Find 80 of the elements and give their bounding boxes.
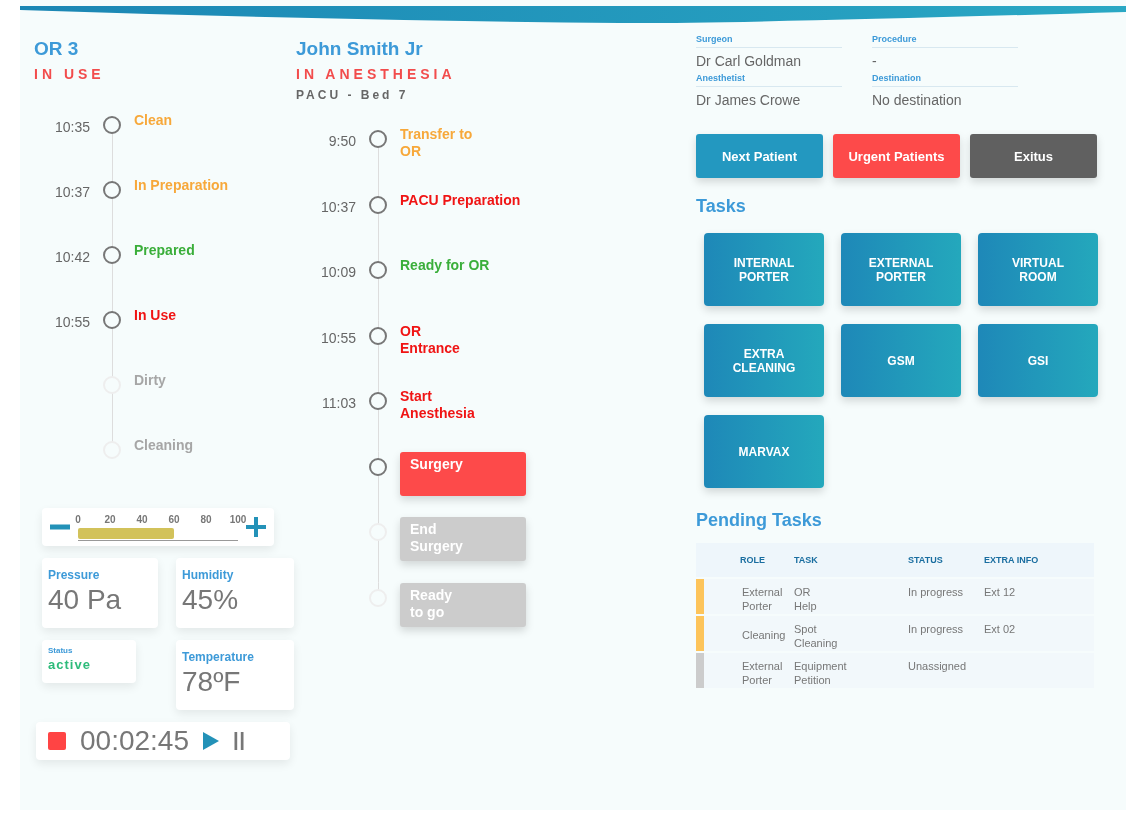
table-cell: Ext 02 <box>984 623 1016 635</box>
time-label: 10:37 <box>320 198 356 215</box>
step-label: Start Anesthesia <box>399 387 476 423</box>
step-label: Prepared <box>133 241 196 260</box>
minus-button[interactable] <box>50 524 70 530</box>
task-button[interactable]: GSM <box>841 324 961 397</box>
scale-label: 0 <box>75 514 81 525</box>
section-title: Pending Tasks <box>696 510 823 531</box>
patient-status: IN ANESTHESIA <box>296 66 457 82</box>
table-cell: External Porter <box>742 660 783 686</box>
field-value: No destination <box>872 91 963 110</box>
time-label: 10:55 <box>54 314 90 330</box>
scale-label: 60 <box>168 514 180 525</box>
column-header: ROLE <box>739 555 766 565</box>
scale-label: 100 <box>229 514 247 525</box>
table-cell: Spot Cleaning <box>794 623 838 649</box>
field-value: - <box>872 52 878 71</box>
scale-label: 80 <box>200 514 212 525</box>
plus-button[interactable] <box>246 517 266 537</box>
time-label: 10:55 <box>320 329 356 346</box>
column-header: EXTRA INFO <box>984 555 1040 565</box>
column-header: TASK <box>794 555 819 565</box>
time-label: 10:35 <box>54 119 90 135</box>
action-button[interactable]: Next Patient <box>696 134 823 178</box>
table-cell: In progress <box>908 623 964 635</box>
play-button[interactable] <box>203 731 219 751</box>
sensor-label: Temperature <box>182 650 255 664</box>
table-cell: Ext 12 <box>984 586 1016 598</box>
table-cell: Unassigned <box>908 660 967 672</box>
step-label: In Use <box>133 306 177 325</box>
time-label: 9:50 <box>328 133 356 149</box>
table-cell: Equipment Petition <box>794 660 847 686</box>
table-cell: OR Help <box>794 586 817 612</box>
status-label: Status <box>48 646 74 655</box>
field-value: Dr James Crowe <box>696 91 802 110</box>
sensor-label: Humidity <box>182 568 235 582</box>
table-cell: In progress <box>908 586 964 598</box>
sensor-label: Pressure <box>48 568 101 582</box>
sensor-value: 45% <box>182 584 240 616</box>
room-name: OR 3 <box>34 38 80 60</box>
status-value: active <box>48 657 92 672</box>
patient-location: PACU - Bed 7 <box>296 88 410 102</box>
task-button[interactable]: INTERNAL PORTER <box>704 233 824 306</box>
step-label: In Preparation <box>133 176 230 195</box>
room-status: IN USE <box>34 66 106 82</box>
field-label: Surgeon <box>696 34 842 48</box>
task-button[interactable]: EXTRA CLEANING <box>704 324 824 397</box>
field-value: Dr Carl Goldman <box>696 52 803 71</box>
section-title: Tasks <box>696 196 747 217</box>
time-label: 11:03 <box>322 395 356 411</box>
column-header: STATUS <box>908 555 944 565</box>
scale-label: 40 <box>136 514 148 525</box>
table-cell: Cleaning <box>742 629 786 641</box>
pause-button[interactable] <box>233 732 245 750</box>
field-label: Anesthetist <box>696 73 842 87</box>
task-button[interactable]: MARVAX <box>704 415 824 488</box>
patient-name: John Smith Jr <box>296 38 424 60</box>
step-label: Cleaning <box>133 436 195 455</box>
step-label: Dirty <box>133 371 167 390</box>
action-button[interactable]: Exitus <box>970 134 1097 178</box>
table-cell: External Porter <box>742 586 783 612</box>
step-button[interactable]: Surgery <box>400 451 526 496</box>
step-label: OR Entrance <box>399 321 461 358</box>
field-label: Destination <box>872 73 1018 87</box>
step-label: PACU Preparation <box>399 190 522 210</box>
task-button[interactable]: GSI <box>978 324 1098 397</box>
sensor-value: 78ºF <box>182 666 242 698</box>
task-button[interactable]: EXTERNAL PORTER <box>841 233 961 306</box>
step-label: Transfer to OR <box>399 125 474 161</box>
time-label: 10:37 <box>54 184 90 200</box>
field-label: Procedure <box>872 34 1018 48</box>
time-label: 10:42 <box>54 249 90 265</box>
sensor-value: 40 Pa <box>48 584 123 616</box>
action-button[interactable]: Urgent Patients <box>833 134 960 178</box>
step-label: Ready for OR <box>399 256 491 275</box>
scale-label: 20 <box>104 514 116 525</box>
task-button[interactable]: VIRTUAL ROOM <box>978 233 1098 306</box>
step-label: Clean <box>133 111 174 130</box>
timer-display: 00:02:45 <box>80 725 189 757</box>
time-label: 10:09 <box>320 264 356 280</box>
